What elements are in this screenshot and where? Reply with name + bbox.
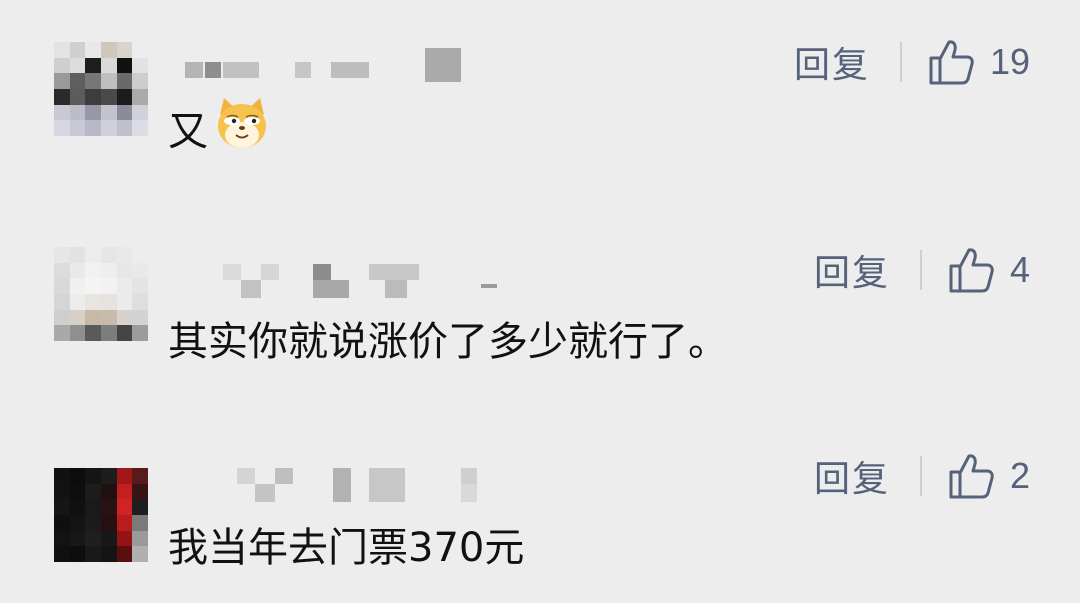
- like-count: 2: [1009, 455, 1030, 496]
- like-button[interactable]: 4: [948, 246, 1030, 294]
- avatar[interactable]: [54, 42, 148, 136]
- reply-button[interactable]: 回复: [814, 244, 890, 296]
- thumbs-up-icon[interactable]: [948, 246, 994, 294]
- comment-text: 其实你就说涨价了多少就行了。: [168, 312, 728, 365]
- reply-button[interactable]: 回复: [814, 450, 890, 502]
- reply-button[interactable]: 回复: [794, 36, 870, 88]
- divider: [919, 456, 922, 496]
- avatar[interactable]: [54, 468, 148, 562]
- like-count: 19: [989, 41, 1030, 82]
- username[interactable]: [185, 48, 485, 82]
- like-button[interactable]: 19: [928, 38, 1030, 86]
- comment-item: 回复 4 其实你就说涨价了多少就行了。: [0, 200, 1080, 410]
- comment-text: 又: [168, 98, 270, 155]
- comment-actions: 回复 2: [814, 446, 1030, 506]
- thumbs-up-icon[interactable]: [928, 38, 974, 86]
- comment-body: 我当年去门票370元: [168, 525, 525, 571]
- comment-item: 回复 19 又: [0, 0, 1080, 200]
- comment-text: 我当年去门票370元: [168, 518, 525, 571]
- doge-emoji-icon: [214, 95, 270, 161]
- divider: [919, 250, 922, 290]
- comment-actions: 回复 4: [814, 240, 1030, 300]
- comment-item: 回复 2 我当年去门票370元: [0, 410, 1080, 603]
- comment-actions: 回复 19: [794, 32, 1030, 92]
- username[interactable]: [185, 468, 505, 502]
- username[interactable]: [185, 264, 505, 298]
- like-count: 4: [1009, 249, 1030, 290]
- comment-body: 其实你就说涨价了多少就行了。: [168, 319, 728, 365]
- comment-body: 又: [168, 109, 208, 155]
- thumbs-up-icon[interactable]: [948, 452, 994, 500]
- avatar[interactable]: [54, 247, 148, 341]
- like-button[interactable]: 2: [948, 452, 1030, 500]
- divider: [899, 42, 902, 82]
